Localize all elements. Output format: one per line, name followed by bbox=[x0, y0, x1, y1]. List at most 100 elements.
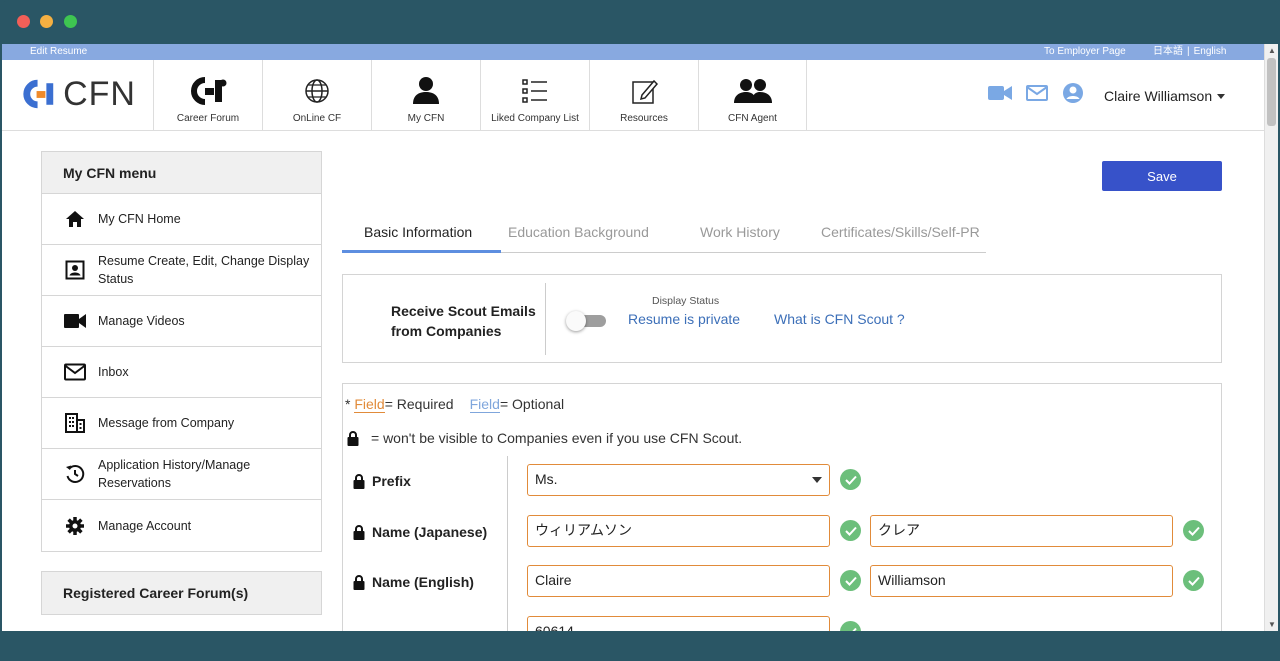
sidebar-item-manage-account[interactable]: Manage Account bbox=[42, 500, 321, 551]
nav-label: My CFN bbox=[407, 113, 445, 124]
check-icon bbox=[840, 621, 861, 631]
tab-certificates-skills[interactable]: Certificates/Skills/Self-PR bbox=[821, 224, 980, 240]
history-icon bbox=[66, 465, 85, 483]
tab-basic-information[interactable]: Basic Information bbox=[364, 224, 472, 240]
lang-separator: | bbox=[1187, 46, 1190, 57]
lang-japanese-link[interactable]: 日本語 bbox=[1153, 46, 1183, 57]
mail-icon bbox=[1026, 85, 1048, 101]
language-switch: 日本語 | English bbox=[1153, 44, 1226, 60]
sidebar-item-videos[interactable]: Manage Videos bbox=[42, 296, 321, 347]
check-icon bbox=[1183, 520, 1204, 541]
building-icon bbox=[65, 413, 85, 433]
field-label: Name (English) bbox=[353, 574, 474, 590]
account-circle-icon bbox=[1063, 83, 1083, 103]
lock-icon bbox=[353, 473, 365, 489]
top-strip: Edit Resume To Employer Page 日本語 | English bbox=[2, 44, 1264, 60]
account-button[interactable] bbox=[1062, 82, 1084, 109]
legend-asterisk: * bbox=[345, 396, 355, 412]
career-forum-logo-icon bbox=[191, 77, 227, 105]
name-english-label: Name (English) bbox=[372, 574, 474, 590]
browser-window: Edit Resume To Employer Page 日本語 | English… bbox=[2, 44, 1278, 631]
scout-title: Receive Scout Emails from Companies bbox=[391, 303, 536, 339]
sidebar-item-label: Resume Create, Edit, Change Display Stat… bbox=[98, 254, 310, 286]
optional-text: = Optional bbox=[499, 396, 565, 412]
check-icon bbox=[1183, 570, 1204, 591]
check-icon bbox=[840, 520, 861, 541]
what-is-cfn-scout-link[interactable]: What is CFN Scout ? bbox=[774, 311, 905, 327]
video-call-button[interactable] bbox=[988, 84, 1012, 107]
id-card-icon bbox=[65, 260, 85, 280]
nav-item-liked-company-list[interactable]: Liked Company List bbox=[480, 60, 589, 131]
logo-text: CFN bbox=[63, 74, 136, 113]
display-status-label: Display Status bbox=[652, 295, 720, 307]
nav-item-my-cfn[interactable]: My CFN bbox=[371, 60, 480, 131]
registered-career-forums-header[interactable]: Registered Career Forum(s) bbox=[41, 571, 322, 615]
display-status-value: Resume is private bbox=[628, 311, 741, 327]
video-camera-icon bbox=[64, 314, 86, 328]
window-titlebar bbox=[0, 0, 1280, 44]
mail-icon bbox=[64, 363, 86, 381]
window-bottom-bar bbox=[0, 631, 1280, 661]
cfn-logo[interactable]: CFN bbox=[16, 74, 136, 114]
sidebar-item-label: Application History/Manage Reservations bbox=[98, 458, 251, 490]
first-name-japanese-input[interactable]: クレア bbox=[870, 515, 1173, 547]
sidebar-item-message-from-company[interactable]: Message from Company bbox=[42, 398, 321, 449]
tab-education-background[interactable]: Education Background bbox=[508, 224, 649, 240]
scroll-down-arrow-icon[interactable]: ▼ bbox=[1268, 620, 1276, 629]
chevron-down-icon bbox=[1217, 94, 1226, 100]
chevron-down-icon bbox=[812, 477, 822, 483]
field-row-partial: 60614 bbox=[353, 616, 1213, 631]
sidebar-item-label: Message from Company bbox=[98, 416, 235, 430]
scout-settings: Receive Scout Emails from Companies Disp… bbox=[342, 274, 1222, 363]
page-scrollbar[interactable]: ▲ ▼ bbox=[1264, 44, 1278, 631]
nav-item-career-forum[interactable]: Career Forum bbox=[153, 60, 262, 131]
partial-field-input[interactable]: 60614 bbox=[527, 616, 830, 631]
lock-legend-text: = won't be visible to Companies even if … bbox=[371, 430, 743, 446]
lang-english-link[interactable]: English bbox=[1194, 46, 1227, 57]
tab-work-history[interactable]: Work History bbox=[700, 224, 780, 240]
close-window-button[interactable] bbox=[17, 15, 30, 28]
sidebar-item-label: Inbox bbox=[98, 365, 129, 379]
minimize-window-button[interactable] bbox=[40, 15, 53, 28]
main-nav: CFN Career Forum OnLine CF My CFN Liked … bbox=[2, 60, 1264, 131]
nav-label: Liked Company List bbox=[491, 113, 579, 124]
field-legend: * Field= Required Field= Optional bbox=[345, 396, 565, 413]
required-field-sample: Field bbox=[354, 396, 385, 413]
mail-button[interactable] bbox=[1026, 84, 1048, 107]
nav-label: Career Forum bbox=[176, 113, 240, 124]
menu-title: My CFN menu bbox=[42, 152, 321, 194]
scroll-thumb[interactable] bbox=[1267, 58, 1276, 126]
sidebar-item-resume[interactable]: Resume Create, Edit, Change Display Stat… bbox=[42, 245, 321, 296]
required-text: = Required bbox=[384, 396, 454, 412]
save-button[interactable]: Save bbox=[1102, 161, 1222, 191]
group-icon bbox=[733, 79, 772, 103]
field-label: Name (Japanese) bbox=[353, 524, 487, 540]
sidebar-item-home[interactable]: My CFN Home bbox=[42, 194, 321, 245]
last-name-japanese-input[interactable]: ウィリアムソン bbox=[527, 515, 830, 547]
sidebar-item-label: My CFN Home bbox=[98, 212, 181, 226]
divider bbox=[545, 283, 546, 355]
maximize-window-button[interactable] bbox=[64, 15, 77, 28]
check-icon bbox=[840, 570, 861, 591]
nav-item-resources[interactable]: Resources bbox=[589, 60, 698, 131]
resume-tabs: Basic Information Education Background W… bbox=[342, 216, 986, 253]
sidebar-item-application-history[interactable]: Application History/Manage Reservations bbox=[42, 449, 321, 500]
field-row-name-japanese: Name (Japanese) ウィリアムソン クレア bbox=[353, 515, 1213, 547]
first-name-english-input[interactable]: Claire bbox=[527, 565, 830, 597]
edit-note-icon bbox=[632, 79, 658, 104]
nav-item-online-cf[interactable]: OnLine CF bbox=[262, 60, 371, 131]
user-menu[interactable]: Claire Williamson bbox=[1104, 87, 1226, 104]
home-icon bbox=[66, 211, 84, 227]
name-japanese-label: Name (Japanese) bbox=[372, 524, 488, 540]
employer-page-link[interactable]: To Employer Page bbox=[1044, 44, 1126, 60]
scroll-up-arrow-icon[interactable]: ▲ bbox=[1268, 46, 1276, 55]
sidebar-item-inbox[interactable]: Inbox bbox=[42, 347, 321, 398]
prefix-select[interactable]: Ms. bbox=[527, 464, 830, 496]
scout-toggle[interactable] bbox=[566, 311, 606, 331]
last-name-english-input[interactable]: Williamson bbox=[870, 565, 1173, 597]
gear-icon bbox=[66, 516, 84, 535]
nav-item-cfn-agent[interactable]: CFN Agent bbox=[698, 60, 807, 131]
user-name: Claire Williamson bbox=[1104, 87, 1213, 104]
lock-icon bbox=[347, 430, 359, 446]
check-icon bbox=[840, 469, 861, 490]
